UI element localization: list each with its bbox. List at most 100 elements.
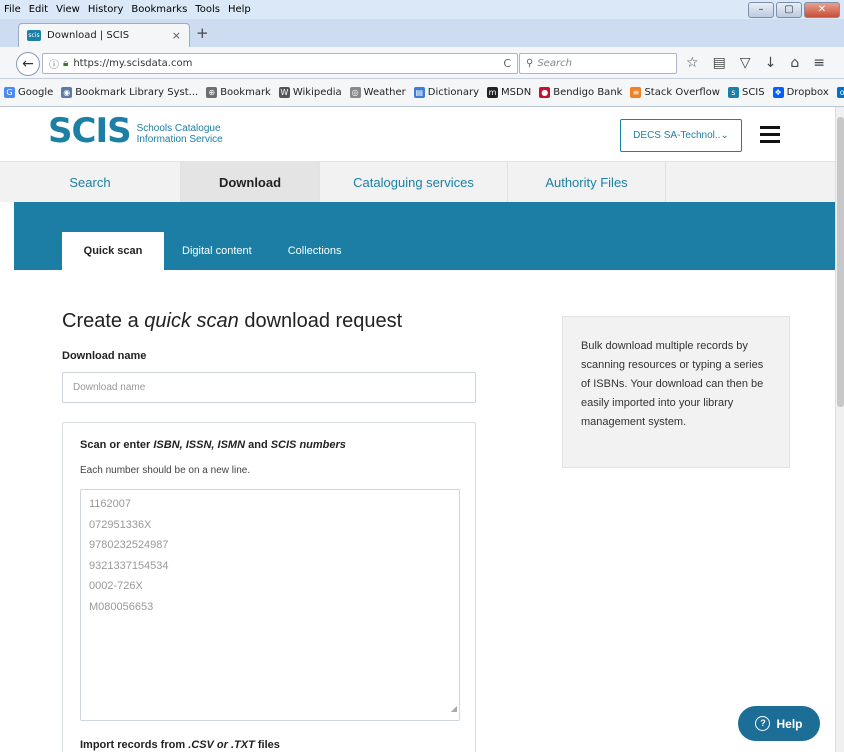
bookmark-item[interactable]: G Google xyxy=(4,87,53,98)
info-box: Bulk download multiple records by scanni… xyxy=(562,316,790,468)
navigation-toolbar: ← ⓘ 🔒︎ https://my.scisdata.com C ⚲ Searc… xyxy=(0,47,844,79)
resize-grip-icon[interactable]: ◢ xyxy=(451,699,457,720)
scan-panel: Scan or enter ISBN, ISSN, ISMN and SCIS … xyxy=(62,422,476,752)
bookmarks-toolbar: G Google ◉ Bookmark Library Syst... ⊕ Bookmar… xyxy=(0,79,844,107)
bookmark-item[interactable]: oHotmail xyxy=(836,87,844,98)
bookmark-label: SCIS xyxy=(741,87,765,98)
bookmark-label: Google xyxy=(18,87,54,98)
bookmark-item[interactable]: ◎ Weather xyxy=(349,87,406,98)
scis-logo[interactable]: SCIS Schools Catalogue Information Servi… xyxy=(48,113,223,149)
page-scrollbar[interactable] xyxy=(835,107,844,752)
import-title: Import records from .CSV or .TXT files xyxy=(80,739,280,751)
browser-tab[interactable]: scis Download | SCIS × xyxy=(18,23,190,47)
placeholder-line: M080056653 xyxy=(89,600,154,613)
bookmark-label: Dropbox xyxy=(786,87,829,98)
url-bar[interactable]: ⓘ 🔒︎ https://my.scisdata.com C xyxy=(42,53,518,74)
bookmark-star-icon[interactable]: ☆ xyxy=(686,55,699,71)
bookmark-label: Bendigo Bank xyxy=(553,87,623,98)
hero-banner: Quick scan Digital content Collections xyxy=(14,202,835,270)
bookmark-favicon-icon: ◎ xyxy=(349,87,361,98)
bookmark-favicon-icon: ● xyxy=(539,87,551,98)
tab-quick-scan[interactable]: Quick scan xyxy=(62,232,164,270)
menu-bookmarks[interactable]: Bookmarks xyxy=(131,4,187,15)
bookmark-favicon-icon: ❖ xyxy=(772,87,784,98)
download-name-label: Download name xyxy=(62,350,147,362)
maximize-button[interactable]: ▢ xyxy=(776,2,802,18)
bookmark-item[interactable]: ▤ Dictionary xyxy=(413,87,480,98)
tab-strip: scis Download | SCIS × + xyxy=(0,19,844,47)
bookmark-item[interactable]: ❖ Dropbox xyxy=(772,87,829,98)
placeholder-line: 9780232524987 xyxy=(89,539,169,551)
minimize-button[interactable]: – xyxy=(748,2,774,18)
lock-icon: 🔒︎ xyxy=(63,58,69,69)
bookmark-item[interactable]: ● Bendigo Bank xyxy=(539,87,622,98)
placeholder-line: 0002-726X xyxy=(89,580,143,592)
home-icon[interactable]: ⌂ xyxy=(790,55,799,71)
reload-icon[interactable]: C xyxy=(503,57,511,70)
bookmark-favicon-icon: ⊕ xyxy=(206,87,218,98)
new-tab-button[interactable]: + xyxy=(196,24,209,42)
main-content: Create a quick scan download request Dow… xyxy=(0,270,835,752)
bookmark-label: Bookmark Library Syst... xyxy=(75,87,199,98)
menu-view[interactable]: View xyxy=(56,4,80,15)
tab-collections[interactable]: Collections xyxy=(270,232,360,270)
menu-icon[interactable]: ≡ xyxy=(813,55,825,71)
scan-help-text: Each number should be on a new line. xyxy=(80,465,251,476)
menu-history[interactable]: History xyxy=(88,4,124,15)
window-controls: – ▢ ✕ xyxy=(748,2,840,18)
tab-digital-content[interactable]: Digital content xyxy=(164,232,270,270)
bookmark-label: Wikipedia xyxy=(292,87,342,98)
bookmark-label: Stack Overflow xyxy=(644,87,720,98)
nav-authority-files[interactable]: Authority Files xyxy=(508,162,666,203)
nav-download[interactable]: Download xyxy=(181,162,320,203)
sub-tabs: Quick scan Digital content Collections xyxy=(62,232,360,270)
tab-title: Download | SCIS xyxy=(47,30,130,41)
bookmark-favicon-icon: o xyxy=(836,87,844,98)
bookmark-label: Bookmark xyxy=(220,87,271,98)
close-window-button[interactable]: ✕ xyxy=(804,2,840,18)
logo-mark: SCIS xyxy=(48,111,132,151)
scis-favicon-icon: scis xyxy=(27,30,41,41)
help-label: Help xyxy=(776,716,803,731)
close-tab-icon[interactable]: × xyxy=(172,29,181,42)
bookmark-label: MSDN xyxy=(501,87,532,98)
account-dropdown-button[interactable]: DECS SA-Technol..⌄ xyxy=(620,119,742,152)
search-bar[interactable]: ⚲ Search xyxy=(519,53,677,74)
downloads-icon[interactable]: ↓ xyxy=(765,55,777,71)
bookmark-label: Dictionary xyxy=(427,87,480,98)
back-button[interactable]: ← xyxy=(16,52,40,76)
info-icon[interactable]: ⓘ xyxy=(49,56,59,71)
logo-line-1: Schools Catalogue xyxy=(136,123,221,134)
help-button[interactable]: ? Help xyxy=(738,706,820,741)
nav-search[interactable]: Search xyxy=(0,162,181,203)
search-icon: ⚲ xyxy=(526,58,534,69)
numbers-textarea[interactable]: 1162007 072951336X 9780232524987 9321337… xyxy=(80,489,460,721)
url-text: https://my.scisdata.com xyxy=(73,58,193,69)
bookmark-favicon-icon: m xyxy=(487,87,499,98)
menu-edit[interactable]: Edit xyxy=(29,4,48,15)
scrollbar-thumb[interactable] xyxy=(837,117,844,407)
placeholder-line: 9321337154534 xyxy=(89,559,169,572)
scan-title: Scan or enter ISBN, ISSN, ISMN and SCIS … xyxy=(80,439,346,451)
pocket-icon[interactable]: ▽ xyxy=(740,55,751,71)
question-icon: ? xyxy=(755,716,771,731)
menu-help[interactable]: Help xyxy=(228,4,251,15)
menu-tools[interactable]: Tools xyxy=(195,4,220,15)
placeholder-line: 1162007 xyxy=(89,498,132,510)
bookmark-favicon-icon: ▤ xyxy=(413,87,425,98)
site-header: SCIS Schools Catalogue Information Servi… xyxy=(0,107,835,161)
bookmark-label: Weather xyxy=(363,87,406,98)
bookmark-item[interactable]: ≡ Stack Overflow xyxy=(630,87,720,98)
menu-bar: File Edit View History Bookmarks Tools H… xyxy=(0,0,844,19)
bookmark-item[interactable]: W Wikipedia xyxy=(278,87,342,98)
bookmark-item[interactable]: ⊕ Bookmark xyxy=(206,87,271,98)
download-name-input[interactable] xyxy=(62,372,476,403)
bookmark-item[interactable]: s SCIS xyxy=(727,87,765,98)
hamburger-menu-icon[interactable] xyxy=(760,126,780,147)
bookmark-item[interactable]: m MSDN xyxy=(487,87,531,98)
browser-chrome: File Edit View History Bookmarks Tools H… xyxy=(0,0,844,107)
bookmark-item[interactable]: ◉ Bookmark Library Syst... xyxy=(61,87,198,98)
nav-cataloguing-services[interactable]: Cataloguing services xyxy=(320,162,508,203)
reading-list-icon[interactable]: ▤ xyxy=(713,55,726,71)
menu-file[interactable]: File xyxy=(4,4,21,15)
